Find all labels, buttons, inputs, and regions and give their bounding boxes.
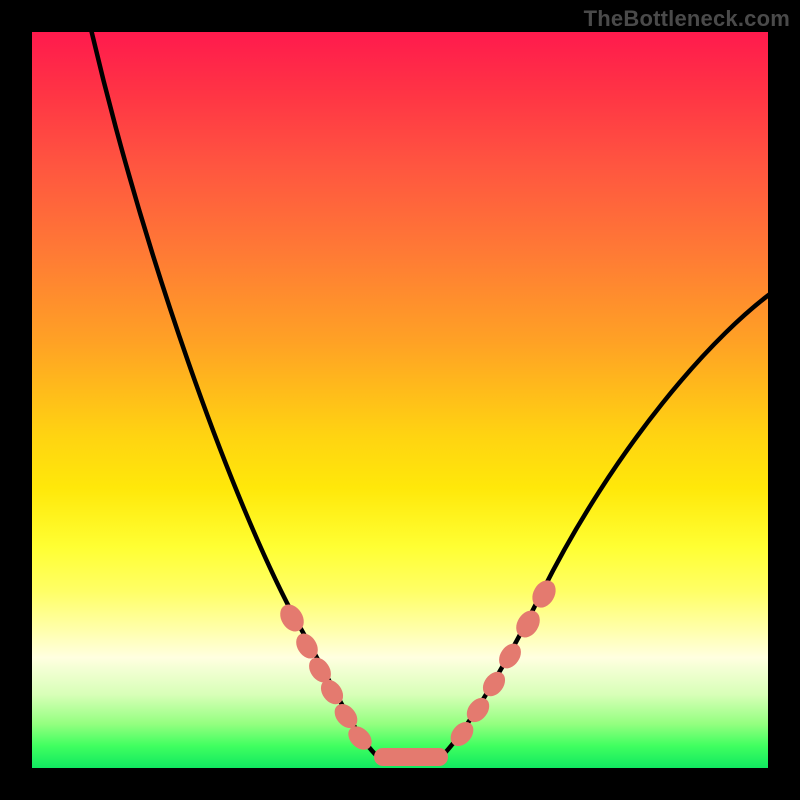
marker-group-left [276, 601, 375, 754]
marker-group-right [447, 577, 560, 750]
watermark-text: TheBottleneck.com [584, 6, 790, 32]
plot-area [32, 32, 768, 768]
marker-flat-bottom [374, 748, 448, 766]
curve-layer [32, 32, 768, 768]
bottleneck-curve [87, 32, 768, 756]
chart-frame: TheBottleneck.com [0, 0, 800, 800]
